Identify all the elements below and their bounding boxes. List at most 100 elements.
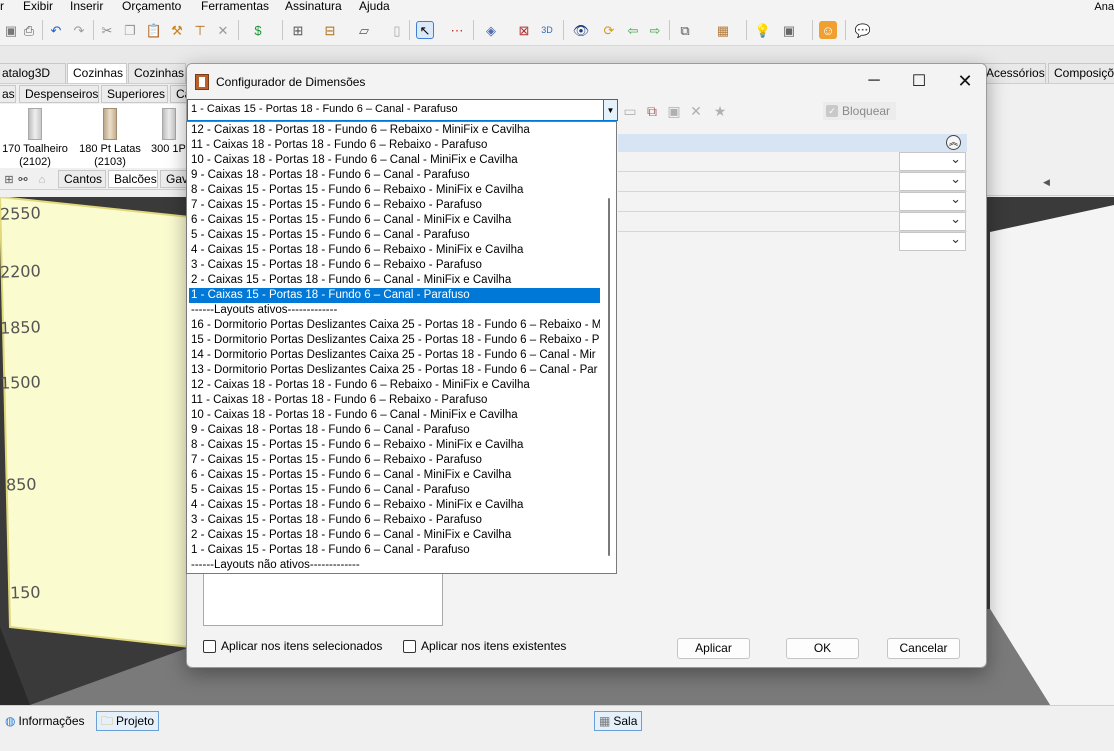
dropdown-option[interactable]: 1 - Caixas 15 - Portas 18 - Fundo 6 – Ca… <box>189 288 600 303</box>
print-icon[interactable]: ⎙ <box>20 21 38 39</box>
dropdown-option[interactable]: 10 - Caixas 18 - Portas 18 - Fundo 6 – C… <box>189 408 600 423</box>
save-icon[interactable]: ▣ <box>2 21 20 39</box>
minimize-icon[interactable]: ─ <box>851 64 897 98</box>
tab-sala[interactable]: ▦ Sala <box>594 711 643 731</box>
dropdown-option[interactable]: 13 - Dormitorio Portas Deslizantes Caixa… <box>189 363 600 378</box>
cancel-button[interactable]: Cancelar <box>887 638 960 659</box>
menu-file[interactable]: r <box>0 0 4 13</box>
tab-cozinhas-s[interactable]: Cozinhas s <box>128 63 186 83</box>
hammer-icon[interactable]: ⚒ <box>168 21 186 39</box>
dropdown-option[interactable]: 6 - Caixas 15 - Portas 15 - Fundo 6 – Ca… <box>189 468 600 483</box>
tab-cantos[interactable]: Cantos <box>58 170 106 188</box>
dropdown-option[interactable]: 12 - Caixas 18 - Portas 18 - Fundo 6 – R… <box>189 123 600 138</box>
copy-layout-icon[interactable]: ⧉ <box>643 102 661 120</box>
dialog-title-bar[interactable]: Configurador de Dimensões ─ ☐ ✕ <box>187 64 986 98</box>
page-icon[interactable]: ▯ <box>388 21 406 39</box>
catalog-item[interactable]: 300 1P <box>140 108 190 156</box>
eye-icon[interactable]: 👁 <box>572 21 590 39</box>
dropdown-option[interactable]: 3 - Caixas 15 - Portas 18 - Fundo 6 – Re… <box>189 258 600 273</box>
binoculars-icon[interactable]: ⚯ <box>14 171 32 189</box>
tab-informacoes[interactable]: ◍ Informações <box>0 711 90 731</box>
save-layout-icon[interactable]: ▣ <box>665 102 683 120</box>
menu-ajuda[interactable]: Ajuda <box>359 0 390 13</box>
window-icon[interactable]: ⧉ <box>676 21 694 39</box>
menu-exibir[interactable]: Exibir <box>23 0 53 13</box>
lightbulb-icon[interactable]: 💡 <box>754 21 772 39</box>
box-icon[interactable]: ▦ <box>714 21 732 39</box>
cycle-icon[interactable]: ⟳ <box>600 21 618 39</box>
lock-checkbox[interactable]: ✓ Bloquear <box>823 102 897 120</box>
apply-existing-checkbox[interactable]: Aplicar nos itens existentes <box>403 639 566 653</box>
collapse-icon[interactable]: ︽ <box>946 135 961 150</box>
layout-dropdown-list[interactable]: 12 - Caixas 18 - Portas 18 - Fundo 6 – R… <box>186 121 617 574</box>
layout-select[interactable]: 1 - Caixas 15 - Portas 18 - Fundo 6 – Ca… <box>187 99 618 121</box>
dimension-icon[interactable]: ⊠ <box>515 21 533 39</box>
dropdown-option[interactable]: 12 - Caixas 18 - Portas 18 - Fundo 6 – R… <box>189 378 600 393</box>
delete-layout-icon[interactable]: ✕ <box>687 102 705 120</box>
dropdown-option[interactable]: 10 - Caixas 18 - Portas 18 - Fundo 6 – C… <box>189 153 600 168</box>
subtab-as[interactable]: as <box>0 85 16 103</box>
dropdown-option[interactable]: 2 - Caixas 15 - Portas 18 - Fundo 6 – Ca… <box>189 273 600 288</box>
dropdown-option[interactable]: 8 - Caixas 15 - Portas 15 - Fundo 6 – Re… <box>189 183 600 198</box>
dropdown-option[interactable]: 2 - Caixas 15 - Portas 18 - Fundo 6 – Ca… <box>189 528 600 543</box>
close-icon[interactable]: ✕ <box>942 64 986 98</box>
dropdown-option[interactable]: 7 - Caixas 15 - Portas 15 - Fundo 6 – Re… <box>189 453 600 468</box>
arrow-right-icon[interactable]: ⇨ <box>646 21 664 39</box>
tab-catalog3d[interactable]: atalog3D <box>0 63 66 83</box>
star-icon[interactable]: ★ <box>711 102 729 120</box>
shape-icon[interactable]: ▱ <box>355 21 373 39</box>
dropdown-option[interactable]: 14 - Dormitorio Portas Deslizantes Caixa… <box>189 348 600 363</box>
dropdown-option[interactable]: 3 - Caixas 15 - Portas 18 - Fundo 6 – Re… <box>189 513 600 528</box>
measure-icon[interactable]: ⋯ <box>448 21 466 39</box>
collapse-left-icon[interactable]: ◀ <box>1043 177 1050 188</box>
scrollbar-thumb[interactable] <box>608 198 610 556</box>
property-select[interactable] <box>899 211 966 231</box>
copy-icon[interactable]: ❐ <box>121 21 139 39</box>
undo-icon[interactable]: ↶ <box>47 21 65 39</box>
dropdown-option[interactable]: 4 - Caixas 15 - Portas 18 - Fundo 6 – Re… <box>189 243 600 258</box>
catalog-item[interactable]: 170 Toalheiro (2102) <box>0 108 75 169</box>
arrow-left-icon[interactable]: ⇦ <box>624 21 642 39</box>
dropdown-option[interactable]: 11 - Caixas 18 - Portas 18 - Fundo 6 – R… <box>189 393 600 408</box>
layers-icon[interactable]: ◈ <box>482 21 500 39</box>
dropdown-option[interactable]: 8 - Caixas 15 - Portas 15 - Fundo 6 – Re… <box>189 438 600 453</box>
3d-icon[interactable]: 3D <box>538 21 556 39</box>
cut-icon[interactable]: ✂ <box>98 21 116 39</box>
chat-icon[interactable]: 💬 <box>854 21 872 39</box>
subtab-superiores[interactable]: Superiores <box>101 85 168 103</box>
chevron-down-icon[interactable]: ▼ <box>603 100 617 120</box>
camera-icon[interactable]: ▣ <box>780 21 798 39</box>
apply-selected-checkbox[interactable]: Aplicar nos itens selecionados <box>203 639 382 653</box>
keyboard-icon[interactable]: ▭ <box>621 102 639 120</box>
home-icon[interactable]: ⌂ <box>33 171 51 189</box>
subtab-despenseiros[interactable]: Despenseiros <box>19 85 99 103</box>
menu-ferramentas[interactable]: Ferramentas <box>201 0 269 13</box>
align-icon[interactable]: ⊟ <box>321 21 339 39</box>
property-select[interactable] <box>899 231 966 251</box>
dropdown-option[interactable]: 7 - Caixas 15 - Portas 15 - Fundo 6 – Re… <box>189 198 600 213</box>
tab-acessorios[interactable]: Acessórios <box>980 63 1046 83</box>
tab-balcoes[interactable]: Balcões <box>108 170 158 188</box>
tab-cozinhas[interactable]: Cozinhas <box>67 63 127 83</box>
property-select[interactable] <box>899 171 966 191</box>
menu-orcamento[interactable]: Orçamento <box>122 0 181 13</box>
dropdown-scrollbar[interactable] <box>602 122 616 573</box>
paint-icon[interactable]: ⊤ <box>191 21 209 39</box>
dropdown-option[interactable]: 4 - Caixas 15 - Portas 18 - Fundo 6 – Re… <box>189 498 600 513</box>
tab-composicoes[interactable]: Composiçõ <box>1048 63 1114 83</box>
redo-icon[interactable]: ↷ <box>70 21 88 39</box>
money-icon[interactable]: $ <box>249 21 267 39</box>
layout-icon[interactable]: ⊞ <box>289 21 307 39</box>
menu-assinatura[interactable]: Assinatura <box>285 0 342 13</box>
user-icon[interactable]: ☺ <box>819 21 837 39</box>
dropdown-option[interactable]: 9 - Caixas 18 - Portas 18 - Fundo 6 – Ca… <box>189 168 600 183</box>
dropdown-option[interactable]: 9 - Caixas 18 - Portas 18 - Fundo 6 – Ca… <box>189 423 600 438</box>
menu-inserir[interactable]: Inserir <box>70 0 103 13</box>
select-cursor-icon[interactable]: ↖ <box>416 21 434 39</box>
dropdown-option[interactable]: 15 - Dormitorio Portas Deslizantes Caixa… <box>189 333 600 348</box>
property-select[interactable] <box>899 191 966 211</box>
catalog-item[interactable]: 180 Pt Latas (2103) <box>70 108 150 169</box>
property-select[interactable] <box>899 151 966 171</box>
dropdown-option[interactable]: 5 - Caixas 15 - Portas 15 - Fundo 6 – Ca… <box>189 228 600 243</box>
dropdown-option[interactable]: 6 - Caixas 15 - Portas 15 - Fundo 6 – Ca… <box>189 213 600 228</box>
